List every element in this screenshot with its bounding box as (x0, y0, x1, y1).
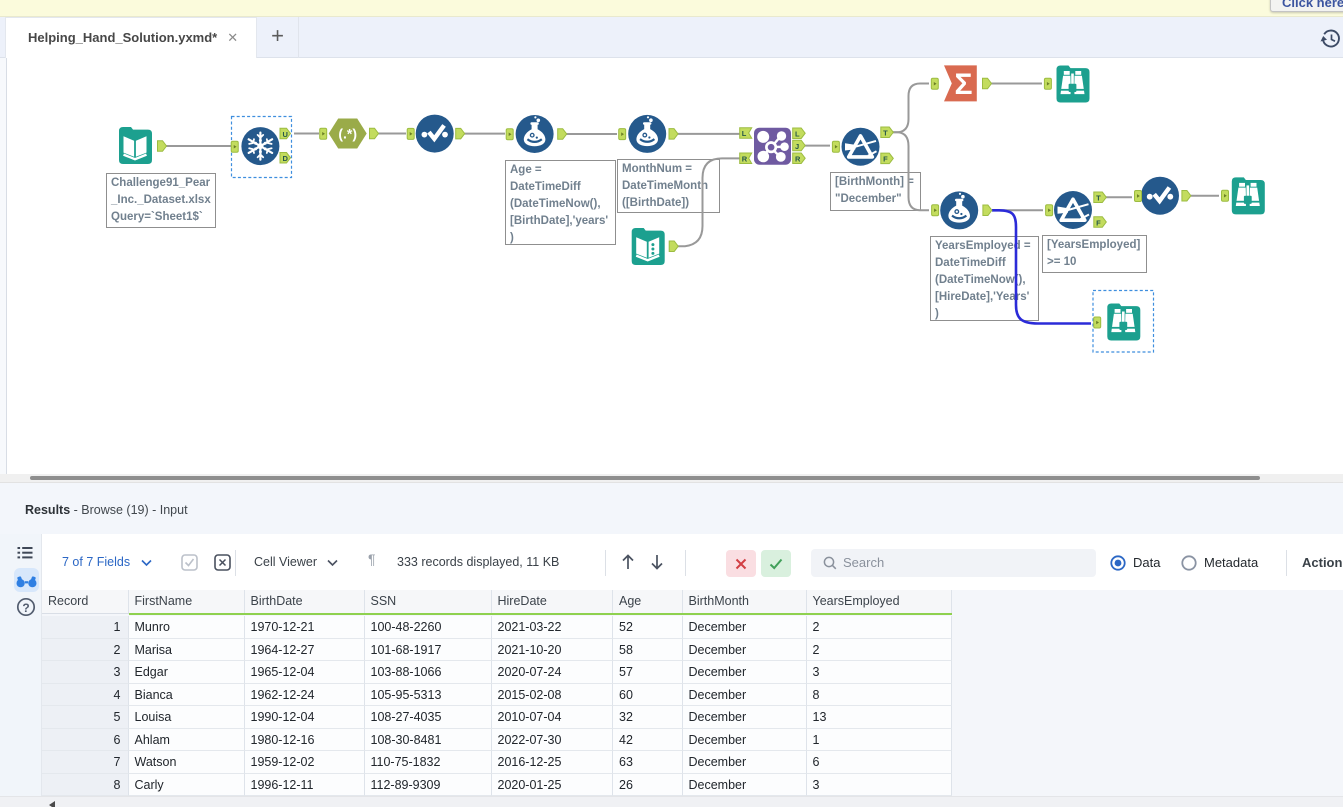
svg-text:F: F (883, 155, 888, 164)
svg-text:L: L (742, 129, 747, 138)
svg-text:F: F (1096, 218, 1101, 227)
svg-text:?: ? (22, 601, 29, 615)
svg-text:L: L (795, 129, 800, 138)
svg-text:R: R (742, 155, 748, 164)
svg-text:J: J (795, 142, 799, 151)
svg-text:D: D (283, 154, 289, 163)
svg-text:T: T (1096, 194, 1101, 203)
svg-text:T: T (883, 129, 888, 138)
svg-text:U: U (283, 130, 288, 139)
svg-text:R: R (795, 154, 801, 163)
